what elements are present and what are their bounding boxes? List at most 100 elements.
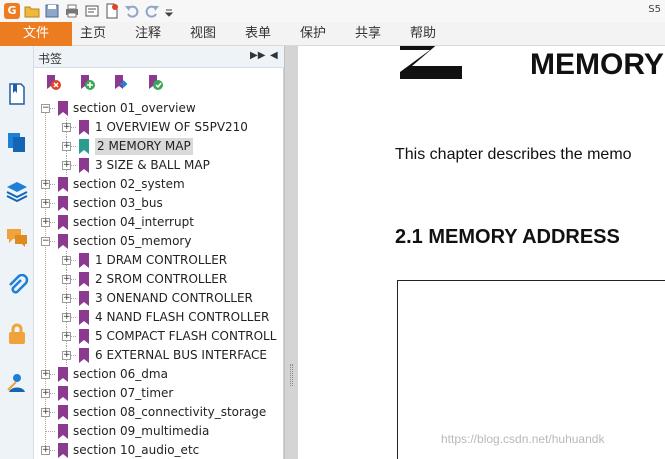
bookmark-item-row[interactable]: +1 DRAM CONTROLLER: [34, 251, 284, 270]
document-view[interactable]: MEMORY This chapter describes the memo 2…: [298, 46, 665, 459]
pages-thumbnail-icon[interactable]: [5, 130, 29, 154]
bookmark-item-row[interactable]: +1 OVERVIEW OF S5PV210: [34, 118, 284, 137]
bookmark-section-row[interactable]: − section 01_overview: [34, 99, 284, 118]
bookmark-label: section 03_bus: [73, 196, 163, 210]
expand-toggle-icon[interactable]: +: [41, 408, 50, 417]
bookmark-item-row[interactable]: +2 SROM CONTROLLER: [34, 270, 284, 289]
signature-icon[interactable]: [5, 370, 29, 394]
expand-toggle-icon[interactable]: +: [41, 446, 50, 455]
bookmark-label: 4 NAND FLASH CONTROLLER: [95, 310, 270, 324]
properties-icon[interactable]: [84, 3, 100, 19]
collapse-toggle-icon[interactable]: −: [41, 104, 50, 113]
open-folder-icon[interactable]: [24, 3, 40, 19]
expand-toggle-icon[interactable]: +: [62, 123, 71, 132]
app-logo-icon[interactable]: G: [4, 3, 20, 19]
add-bookmark-icon[interactable]: [78, 74, 96, 92]
chapter-number-graphic: [400, 46, 462, 79]
expand-toggle-icon[interactable]: +: [62, 142, 71, 151]
customize-toolbar-icon[interactable]: [164, 3, 174, 19]
bookmark-section-row[interactable]: + section 06_dma: [34, 365, 284, 384]
bookmark-label: section 07_timer: [73, 386, 174, 400]
bookmark-icon: [58, 196, 68, 211]
bookmark-icon: [79, 329, 89, 344]
bookmark-icon: [58, 215, 68, 230]
bookmark-icon: [58, 405, 68, 420]
section-heading: 2.1 MEMORY ADDRESS: [395, 226, 620, 248]
tab-view[interactable]: 视图: [190, 22, 216, 46]
chapter-intro-text: This chapter describes the memo: [395, 146, 632, 163]
bookmark-label: section 01_overview: [73, 101, 196, 115]
delete-bookmark-icon[interactable]: [44, 74, 62, 92]
attachment-icon[interactable]: [5, 274, 29, 298]
expand-toggle-icon[interactable]: +: [41, 218, 50, 227]
window-title: S5: [648, 4, 661, 15]
bookmark-section-row[interactable]: + section 03_bus: [34, 194, 284, 213]
save-icon[interactable]: [44, 3, 60, 19]
bookmark-panel-icon[interactable]: [5, 82, 29, 106]
expand-toggle-icon[interactable]: +: [62, 256, 71, 265]
collapse-panel-icon[interactable]: ◀: [270, 50, 278, 61]
ribbon-tabs: 文件 主页 注释 视图 表单 保护 共享 帮助: [0, 22, 665, 46]
bookmark-label: 1 OVERVIEW OF S5PV210: [95, 120, 248, 134]
bookmark-icon: [58, 443, 68, 458]
collapse-toggle-icon[interactable]: −: [41, 237, 50, 246]
bookmark-label: 1 DRAM CONTROLLER: [95, 253, 228, 267]
expand-toggle-icon[interactable]: +: [62, 294, 71, 303]
bookmark-section-row[interactable]: + section 04_interrupt: [34, 213, 284, 232]
bookmark-section-row[interactable]: − section 05_memory: [34, 232, 284, 251]
tab-form[interactable]: 表单: [245, 22, 271, 46]
expand-toggle-icon[interactable]: +: [62, 332, 71, 341]
expand-toggle-icon[interactable]: +: [41, 180, 50, 189]
bookmark-item-row[interactable]: +6 EXTERNAL BUS INTERFACE: [34, 346, 284, 365]
tab-protect[interactable]: 保护: [300, 22, 326, 46]
bookmark-label: 6 EXTERNAL BUS INTERFACE: [95, 348, 267, 362]
comments-icon[interactable]: [5, 226, 29, 250]
bookmark-item-row[interactable]: +2 MEMORY MAP: [34, 137, 284, 156]
chapter-title: MEMORY: [530, 48, 664, 81]
expand-toggle-icon[interactable]: +: [41, 389, 50, 398]
layers-icon[interactable]: [5, 178, 29, 202]
splitter-grip-icon[interactable]: [290, 364, 293, 386]
bookmark-label: section 08_connectivity_storage: [73, 405, 267, 419]
undo-icon[interactable]: [124, 3, 140, 19]
bookmark-section-row[interactable]: + section 10_audio_etc: [34, 441, 284, 459]
bookmark-toolbar: [34, 68, 284, 98]
bookmark-section-row[interactable]: section 09_multimedia: [34, 422, 284, 441]
expand-toggle-icon[interactable]: +: [62, 313, 71, 322]
bookmark-section-row[interactable]: + section 08_connectivity_storage: [34, 403, 284, 422]
tab-comment[interactable]: 注释: [135, 22, 161, 46]
bookmark-label: 3 SIZE & BALL MAP: [95, 158, 210, 172]
expand-toggle-icon[interactable]: +: [41, 370, 50, 379]
expand-toggle-icon[interactable]: +: [62, 275, 71, 284]
tab-home[interactable]: 主页: [80, 22, 106, 46]
bookmark-panel-header: 书签 ▶▶ ◀: [34, 46, 284, 68]
tab-file[interactable]: 文件: [0, 22, 72, 46]
bookmark-icon: [79, 272, 89, 287]
panel-splitter[interactable]: [284, 46, 298, 459]
bookmark-section-row[interactable]: + section 07_timer: [34, 384, 284, 403]
expand-toggle-icon[interactable]: +: [62, 351, 71, 360]
bookmark-label: section 04_interrupt: [73, 215, 194, 229]
bookmark-icon: [58, 386, 68, 401]
expand-panel-icon[interactable]: ▶▶: [250, 50, 265, 61]
security-lock-icon[interactable]: [5, 322, 29, 346]
bookmark-label: section 09_multimedia: [73, 424, 210, 438]
new-document-icon[interactable]: [104, 3, 120, 19]
expand-toggle-icon[interactable]: +: [41, 199, 50, 208]
expand-toggle-icon[interactable]: +: [62, 161, 71, 170]
tab-share[interactable]: 共享: [355, 22, 381, 46]
bookmark-section-row[interactable]: + section 02_system: [34, 175, 284, 194]
bookmark-item-row[interactable]: +3 SIZE & BALL MAP: [34, 156, 284, 175]
bookmark-options-icon[interactable]: [146, 74, 164, 92]
tab-help[interactable]: 帮助: [410, 22, 436, 46]
redo-icon[interactable]: [144, 3, 160, 19]
bookmark-item-row[interactable]: +4 NAND FLASH CONTROLLER: [34, 308, 284, 327]
bookmark-panel-title: 书签: [38, 52, 63, 66]
go-to-bookmark-icon[interactable]: [112, 74, 130, 92]
print-icon[interactable]: [64, 3, 80, 19]
bookmark-item-row[interactable]: +5 COMPACT FLASH CONTROLL: [34, 327, 284, 346]
bookmark-icon: [79, 158, 89, 173]
quick-access-bar: G S5: [0, 0, 665, 22]
bookmark-icon: [58, 101, 68, 116]
bookmark-item-row[interactable]: +3 ONENAND CONTROLLER: [34, 289, 284, 308]
